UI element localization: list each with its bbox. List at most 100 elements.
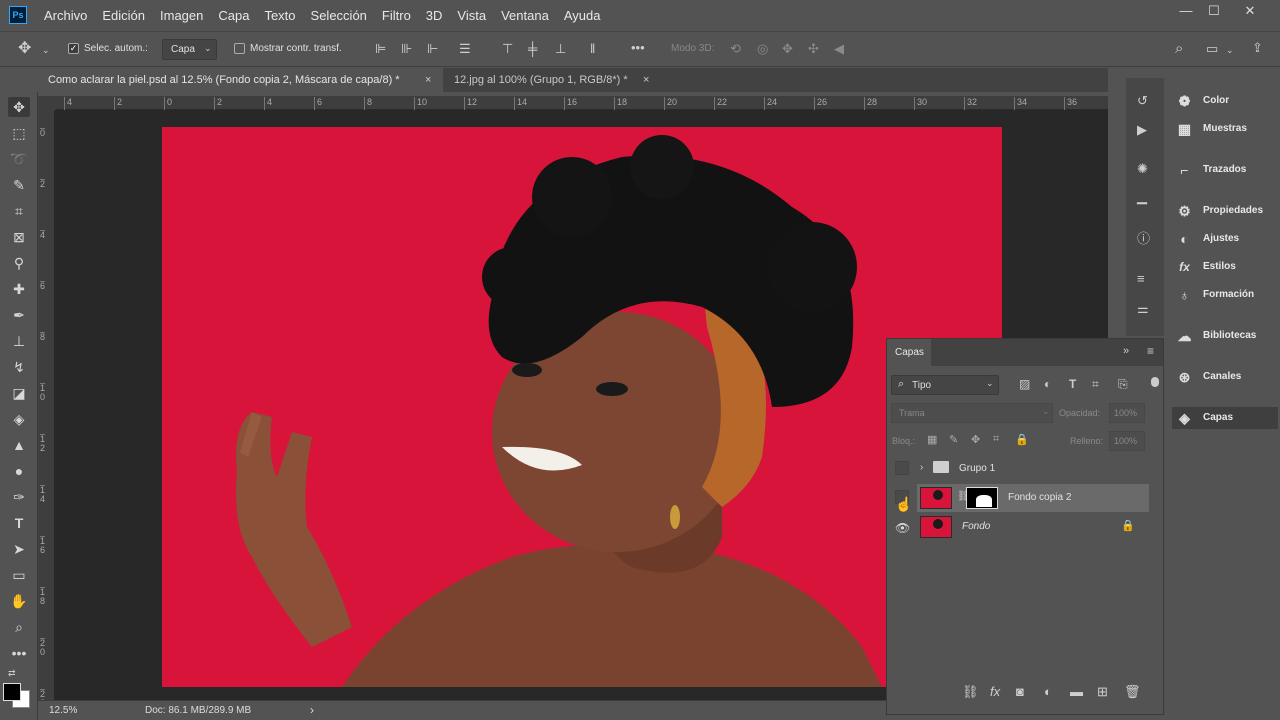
history-brush-tool-icon[interactable]: ↯ — [8, 357, 30, 377]
move-tool-icon[interactable]: ✥ — [8, 97, 30, 117]
lock-paint-icon[interactable]: ✎ — [949, 433, 958, 446]
panel-estilos[interactable]: fx Estilos — [1172, 256, 1278, 278]
tab-capas[interactable]: Capas — [887, 339, 931, 366]
eye-icon[interactable]: 👁 — [895, 521, 910, 535]
menu-imagen[interactable]: Imagen — [160, 8, 203, 23]
panel-formacion[interactable]: ♁ Formación — [1172, 284, 1278, 306]
info-icon[interactable]: ⓘ — [1137, 232, 1150, 246]
pen-tool-icon[interactable]: ✑ — [8, 487, 30, 507]
more-options-icon[interactable]: ••• — [631, 41, 645, 55]
rectangle-tool-icon[interactable]: ▭ — [8, 565, 30, 585]
menu-archivo[interactable]: Archivo — [44, 8, 87, 23]
new-group-icon[interactable]: ▬ — [1070, 684, 1083, 699]
minimize-button[interactable]: — — [1175, 3, 1197, 19]
new-adjustment-icon[interactable]: ◐ — [1044, 684, 1052, 699]
menu-seleccion[interactable]: Selección — [311, 8, 367, 23]
eyedropper-tool-icon[interactable]: ⚲ — [8, 253, 30, 273]
document-photo[interactable] — [162, 127, 1002, 687]
close-tab-icon[interactable]: × — [425, 68, 431, 92]
filter-type-icon[interactable]: T — [1069, 377, 1076, 391]
panel-canales[interactable]: ⊛ Canales — [1172, 366, 1278, 388]
swap-colors-icon[interactable]: ⇄ — [8, 668, 16, 679]
brush-settings-icon[interactable]: ✺ — [1137, 162, 1148, 176]
search-icon[interactable]: ⌕ — [1175, 41, 1183, 56]
tab-active-document[interactable]: Como aclarar la piel.psd al 12.5% (Fondo… — [38, 68, 443, 92]
collapse-panel-icon[interactable]: » — [1123, 345, 1129, 357]
trash-icon[interactable]: 🗑 — [1124, 684, 1141, 700]
auto-select-dropdown[interactable]: Capa ⌄ — [162, 39, 217, 60]
layer-filter-dropdown[interactable]: ⌕ Tipo ⌄ — [891, 375, 999, 395]
frame-tool-icon[interactable]: ⊠ — [8, 227, 30, 247]
actions-play-icon[interactable]: ▶ — [1137, 123, 1147, 137]
panel-capas[interactable]: ◈ Capas — [1172, 407, 1278, 429]
menu-filtro[interactable]: Filtro — [382, 8, 411, 23]
maximize-button[interactable]: ☐ — [1203, 3, 1225, 19]
fx-icon[interactable]: fx — [990, 684, 1000, 699]
new-layer-icon[interactable]: ⊞ — [1097, 684, 1108, 700]
layer-mask-thumbnail[interactable] — [966, 487, 998, 509]
foreground-color-swatch[interactable] — [3, 683, 21, 701]
menu-texto[interactable]: Texto — [264, 8, 295, 23]
expand-group-icon[interactable]: › — [920, 462, 923, 473]
menu-ayuda[interactable]: Ayuda — [564, 8, 601, 23]
filter-adjustment-icon[interactable]: ◐ — [1044, 377, 1051, 391]
menu-3d[interactable]: 3D — [426, 8, 443, 23]
align-center-icon[interactable]: ⊪ — [401, 42, 412, 56]
distribute-icon[interactable]: ☰ — [459, 42, 471, 56]
close-window-button[interactable]: ✕ — [1239, 3, 1261, 19]
distribute-vertical-icon[interactable]: ‖ — [590, 42, 595, 56]
align-left-icon[interactable]: ⊫ — [375, 42, 386, 56]
lock-transparency-icon[interactable]: ▦ — [927, 433, 937, 446]
lock-all-icon[interactable]: 🔒 — [1015, 433, 1029, 446]
menu-edicion[interactable]: Edición — [102, 8, 145, 23]
layer-row-fondo[interactable]: Fondo 🔒 — [917, 513, 1149, 541]
zoom-level[interactable]: 12.5% — [49, 705, 77, 716]
filter-smart-object-icon[interactable]: ⎘ — [1118, 377, 1128, 392]
share-icon[interactable]: ⇪ — [1252, 41, 1263, 55]
show-transform-checkbox[interactable] — [234, 43, 245, 54]
panel-color[interactable]: ❁ Color — [1172, 90, 1278, 112]
zoom-tool-icon[interactable]: ⌕ — [8, 617, 30, 637]
menu-vista[interactable]: Vista — [457, 8, 486, 23]
lasso-tool-icon[interactable]: ➰ — [8, 149, 30, 169]
align-top-icon[interactable]: ⊤ — [502, 42, 513, 56]
blur-tool-icon[interactable]: ▲ — [8, 435, 30, 455]
paint-bucket-tool-icon[interactable]: ◈ — [8, 409, 30, 429]
chevron-down-icon[interactable]: ⌄ — [42, 43, 50, 57]
lock-artboard-icon[interactable]: ⌗ — [993, 433, 999, 446]
chevron-down-icon[interactable]: ⌄ — [1226, 43, 1234, 57]
filter-pixel-icon[interactable]: ▨ — [1019, 377, 1030, 391]
workspace-icon[interactable]: ▭ — [1206, 42, 1218, 56]
brushes-icon[interactable]: ≡ — [1137, 272, 1145, 286]
visibility-toggle-grupo-1[interactable] — [895, 461, 909, 475]
crop-tool-icon[interactable]: ⌗ — [8, 201, 30, 221]
eraser-tool-icon[interactable]: ◪ — [8, 383, 30, 403]
hand-tool-icon[interactable]: ✋ — [8, 591, 30, 611]
panel-bibliotecas[interactable]: ☁ Bibliotecas — [1172, 325, 1278, 347]
path-select-tool-icon[interactable]: ➤ — [8, 539, 30, 559]
layer-row-grupo-1[interactable]: › Grupo 1 — [917, 455, 1149, 483]
lock-position-icon[interactable]: ✥ — [971, 433, 980, 446]
quick-select-tool-icon[interactable]: ✎ — [8, 175, 30, 195]
filter-shape-icon[interactable]: ⌗ — [1092, 377, 1099, 392]
tab-document-2[interactable]: 12.jpg al 100% (Grupo 1, RGB/8*) * × — [444, 68, 694, 92]
panel-propiedades[interactable]: ⚙ Propiedades — [1172, 200, 1278, 222]
link-layers-icon[interactable]: ⛓ — [962, 684, 979, 700]
panel-trazados[interactable]: ⌐ Trazados — [1172, 159, 1278, 181]
healing-brush-tool-icon[interactable]: ✚ — [8, 279, 30, 299]
brush-tool-icon[interactable]: ✒ — [8, 305, 30, 325]
type-tool-icon[interactable]: T — [8, 513, 30, 533]
status-menu-arrow[interactable]: › — [310, 703, 314, 717]
tool-presets-icon[interactable]: ⚌ — [1137, 302, 1149, 316]
panel-menu-icon[interactable]: ≡ — [1147, 344, 1154, 358]
move-tool-icon[interactable]: ✥ — [18, 41, 31, 57]
dodge-tool-icon[interactable]: ● — [8, 461, 30, 481]
more-tools-icon[interactable]: ••• — [8, 643, 30, 663]
align-middle-icon[interactable]: ╪ — [528, 42, 537, 56]
align-bottom-icon[interactable]: ⊥ — [555, 42, 566, 56]
clone-source-icon[interactable]: ▁ — [1137, 190, 1147, 204]
history-icon[interactable]: ↺ — [1137, 94, 1148, 108]
align-right-icon[interactable]: ⊩ — [427, 42, 438, 56]
add-mask-icon[interactable]: ◙ — [1016, 684, 1024, 699]
layer-row-fondo-copia-2[interactable]: ⛓ Fondo copia 2 — [917, 484, 1149, 512]
